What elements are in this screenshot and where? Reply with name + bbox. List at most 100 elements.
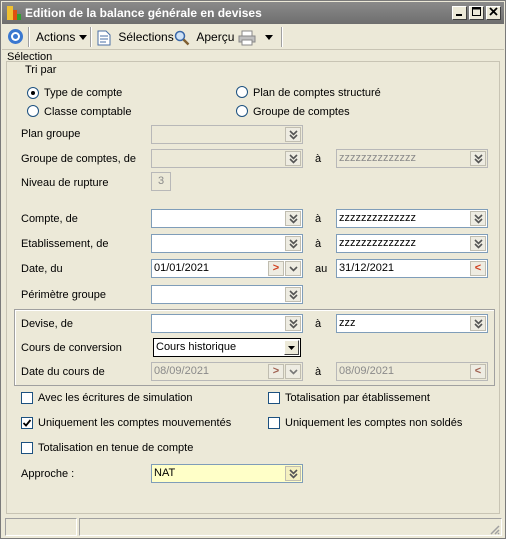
cours-conversion-select[interactable]: Cours historique: [153, 338, 301, 357]
minimize-button[interactable]: [452, 6, 467, 20]
checkbox-par-etablissement[interactable]: [268, 392, 280, 404]
devise-de-field[interactable]: [151, 314, 303, 333]
plan-groupe-label: Plan groupe: [21, 128, 81, 140]
radio-type-compte[interactable]: [27, 87, 39, 99]
devise-a-field[interactable]: zzz: [336, 314, 488, 333]
select-arrow-button[interactable]: [284, 340, 299, 355]
dropdown-button[interactable]: [285, 364, 301, 379]
date-du-field[interactable]: 01/01/2021 >: [151, 259, 303, 278]
status-pane: [5, 518, 77, 536]
approche-field[interactable]: NAT: [151, 464, 303, 483]
dropdown-button[interactable]: [470, 151, 486, 166]
dropdown-button[interactable]: [285, 127, 301, 142]
devise-a-value: zzz: [339, 317, 356, 329]
date-cours-label: Date du cours de: [21, 366, 105, 378]
app-icon: [7, 6, 21, 20]
maximize-button[interactable]: [469, 6, 484, 20]
target-icon[interactable]: [7, 28, 24, 45]
perimetre-field[interactable]: [151, 285, 303, 304]
dropdown-button[interactable]: [285, 211, 301, 226]
double-chevron-down-icon: [474, 154, 483, 164]
checkbox-comptes-mouvementes[interactable]: [21, 417, 33, 429]
close-button[interactable]: [486, 6, 501, 20]
groupe-comptes-a-value: zzzzzzzzzzzzzz: [339, 152, 416, 164]
dropdown-button[interactable]: [285, 261, 301, 276]
calendar-next-icon[interactable]: >: [268, 364, 284, 379]
groupe-comptes-de-field[interactable]: [151, 149, 303, 168]
window-title: Edition de la balance générale en devise…: [25, 6, 262, 20]
selections-button[interactable]: Sélections: [97, 28, 174, 46]
minimize-icon: [456, 14, 462, 16]
radio-plan-structure[interactable]: [236, 86, 248, 98]
dropdown-button[interactable]: [285, 236, 301, 251]
date-cours-a-field[interactable]: 08/09/2021 <: [336, 362, 488, 381]
double-chevron-down-icon: [289, 214, 298, 224]
title-bar[interactable]: Edition de la balance générale en devise…: [2, 2, 504, 24]
window: Edition de la balance générale en devise…: [0, 0, 506, 539]
checkbox-comptes-mouvementes-label: Uniquement les comptes mouvementés: [38, 417, 232, 429]
date-du-value: 01/01/2021: [154, 262, 210, 274]
dropdown-button[interactable]: [470, 236, 486, 251]
radio-classe-comptable[interactable]: [27, 105, 39, 117]
compte-de-field[interactable]: [151, 209, 303, 228]
dropdown-button[interactable]: [285, 316, 301, 331]
dropdown-button[interactable]: [285, 151, 301, 166]
double-chevron-down-icon: [289, 319, 298, 329]
apercu-label: Aperçu: [196, 30, 235, 44]
compte-label: Compte, de: [21, 213, 78, 225]
etablissement-label: Etablissement, de: [21, 238, 109, 250]
double-chevron-down-icon: [289, 154, 298, 164]
status-bar: [5, 518, 502, 536]
dropdown-button[interactable]: [470, 211, 486, 226]
a-label: à: [315, 366, 322, 378]
radio-selected-dot: [31, 91, 35, 95]
etablissement-a-value: zzzzzzzzzzzzzz: [339, 237, 416, 249]
maximize-icon: [472, 7, 481, 16]
actions-menu-button[interactable]: Actions: [36, 28, 87, 46]
actions-label: Actions: [36, 30, 76, 44]
selections-label: Sélections: [118, 30, 174, 44]
compte-a-field[interactable]: zzzzzzzzzzzzzz: [336, 209, 488, 228]
apercu-button[interactable]: Aperçu: [174, 28, 234, 46]
checkbox-ecritures-simulation[interactable]: [21, 392, 33, 404]
etablissement-a-field[interactable]: zzzzzzzzzzzzzz: [336, 234, 488, 253]
chevron-down-icon: [289, 266, 298, 272]
radio-type-compte-label: Type de compte: [44, 87, 123, 99]
niveau-rupture-spinner[interactable]: 3: [151, 172, 171, 191]
calendar-next-icon[interactable]: >: [268, 261, 284, 276]
groupe-comptes-label: Groupe de comptes, de: [21, 153, 136, 165]
dropdown-button[interactable]: [470, 316, 486, 331]
radio-classe-comptable-label: Classe comptable: [44, 106, 132, 118]
checkbox-tenue-compte[interactable]: [21, 442, 33, 454]
double-chevron-down-icon: [289, 239, 298, 249]
a-label: à: [315, 213, 322, 225]
chevron-down-icon: [289, 369, 298, 375]
approche-value: NAT: [154, 467, 176, 479]
devise-label: Devise, de: [21, 318, 73, 330]
document-icon: [97, 30, 111, 46]
print-button[interactable]: [238, 28, 274, 46]
chevron-down-icon: [288, 346, 295, 350]
a-label: à: [315, 153, 322, 165]
etablissement-de-field[interactable]: [151, 234, 303, 253]
toolbar-separator: [90, 27, 92, 47]
resize-grip-icon[interactable]: [488, 523, 500, 535]
date-au-field[interactable]: 31/12/2021 <: [336, 259, 488, 278]
dropdown-button[interactable]: [285, 287, 301, 302]
niveau-rupture-label: Niveau de rupture: [21, 177, 109, 189]
au-label: au: [315, 263, 328, 275]
plan-groupe-field[interactable]: [151, 125, 303, 144]
checkbox-par-etablissement-label: Totalisation par établissement: [285, 392, 430, 404]
radio-groupe-comptes[interactable]: [236, 105, 248, 117]
calendar-prev-icon[interactable]: <: [470, 261, 486, 276]
checkbox-non-soldes[interactable]: [268, 417, 280, 429]
date-au-value: 31/12/2021: [339, 262, 395, 274]
calendar-prev-icon[interactable]: <: [470, 364, 486, 379]
groupe-comptes-a-field[interactable]: zzzzzzzzzzzzzz: [336, 149, 488, 168]
checkmark-icon: [22, 419, 32, 427]
double-chevron-down-icon: [289, 130, 298, 140]
date-cours-de-field[interactable]: 08/09/2021 >: [151, 362, 303, 381]
dropdown-button[interactable]: [285, 466, 301, 481]
checkbox-ecritures-simulation-label: Avec les écritures de simulation: [38, 392, 193, 404]
a-label: à: [315, 238, 322, 250]
